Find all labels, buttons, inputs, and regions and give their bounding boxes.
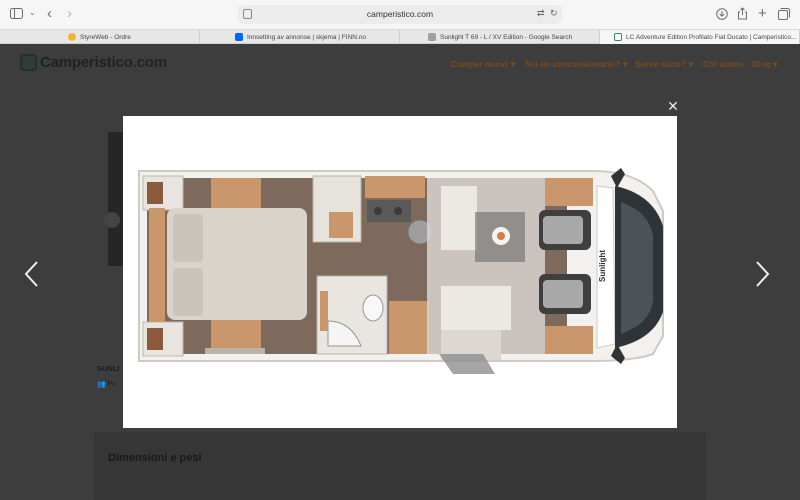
product-title: SUNLI: [97, 364, 120, 373]
finn-icon: [235, 33, 243, 41]
reload-icon[interactable]: ↻: [550, 8, 558, 19]
tab-bar: StyreWeb - Ordre Innsetting av annonse |…: [0, 29, 800, 44]
nav-dropdown-icon: ▾: [623, 59, 628, 69]
nav-dropdown-icon: ▾: [773, 59, 778, 69]
lightbox-image-frame: Sunlight: [123, 116, 677, 428]
next-image-button[interactable]: [750, 258, 774, 290]
google-icon: [428, 33, 436, 41]
close-icon[interactable]: ✕: [664, 97, 682, 115]
dimensions-card: Dimensioni e pesi: [94, 432, 706, 500]
address-bar[interactable]: camperistico.com ⇄ ↻: [238, 5, 562, 24]
nav-blog[interactable]: Blog: [752, 59, 771, 69]
nav-concessionario[interactable]: Sei un concessionario?: [525, 59, 620, 69]
nav-dropdown-icon: ▾: [511, 59, 516, 69]
camper-logo-icon: [20, 54, 37, 71]
site-header: Camperistico.com Camper nuovi ▾ Sei un c…: [0, 44, 800, 84]
nav-chi-siamo[interactable]: Chi siamo: [703, 59, 744, 69]
thumbnail-strip: ‹: [104, 132, 124, 266]
tab-overview-icon[interactable]: [778, 8, 790, 22]
site-logo[interactable]: Camperistico.com: [20, 54, 167, 71]
nav-camper-nuovi[interactable]: Camper nuovi: [451, 59, 508, 69]
chevron-right-icon: [756, 261, 770, 287]
forward-icon[interactable]: ›: [67, 6, 72, 21]
camperistico-icon: [614, 33, 622, 41]
section-title: Dimensioni e pesi: [108, 452, 202, 464]
tab-styreweb[interactable]: StyreWeb - Ordre: [0, 30, 200, 44]
chevron-left-icon: [24, 261, 38, 287]
thumb-prev-icon[interactable]: ‹: [104, 212, 120, 228]
chevron-down-icon[interactable]: ⌄: [29, 9, 36, 17]
tab-finn[interactable]: Innsetting av annonse | skjema | FINN.no: [200, 30, 400, 44]
tab-google-search[interactable]: Sunlight T 69 - L / XV Edition - Google …: [400, 30, 600, 44]
product-subtitle: 👥 Po: [97, 381, 117, 388]
new-tab-icon[interactable]: +: [758, 6, 767, 21]
previous-image-button[interactable]: [20, 258, 44, 290]
people-icon: 👥: [97, 381, 108, 388]
share-icon[interactable]: [737, 7, 748, 22]
back-icon[interactable]: ‹: [47, 6, 52, 21]
browser-toolbar: ⌄ ‹ › camperistico.com ⇄ ↻ +: [0, 0, 800, 29]
camper-floorplan-image: Sunlight: [138, 168, 664, 374]
tab-camperistico[interactable]: LC Adventure Edition Profilato Fiat Duca…: [600, 30, 800, 44]
sidebar-icon[interactable]: [10, 8, 23, 21]
download-icon[interactable]: [716, 8, 728, 22]
url-text: camperistico.com: [366, 9, 434, 19]
nav-serve-aiuto[interactable]: Serve aiuto?: [635, 59, 686, 69]
nav-dropdown-icon: ▾: [689, 59, 694, 69]
translate-icon[interactable]: ⇄: [537, 8, 545, 19]
brand-text: Sunlight: [598, 250, 607, 282]
styreweb-icon: [68, 33, 76, 41]
